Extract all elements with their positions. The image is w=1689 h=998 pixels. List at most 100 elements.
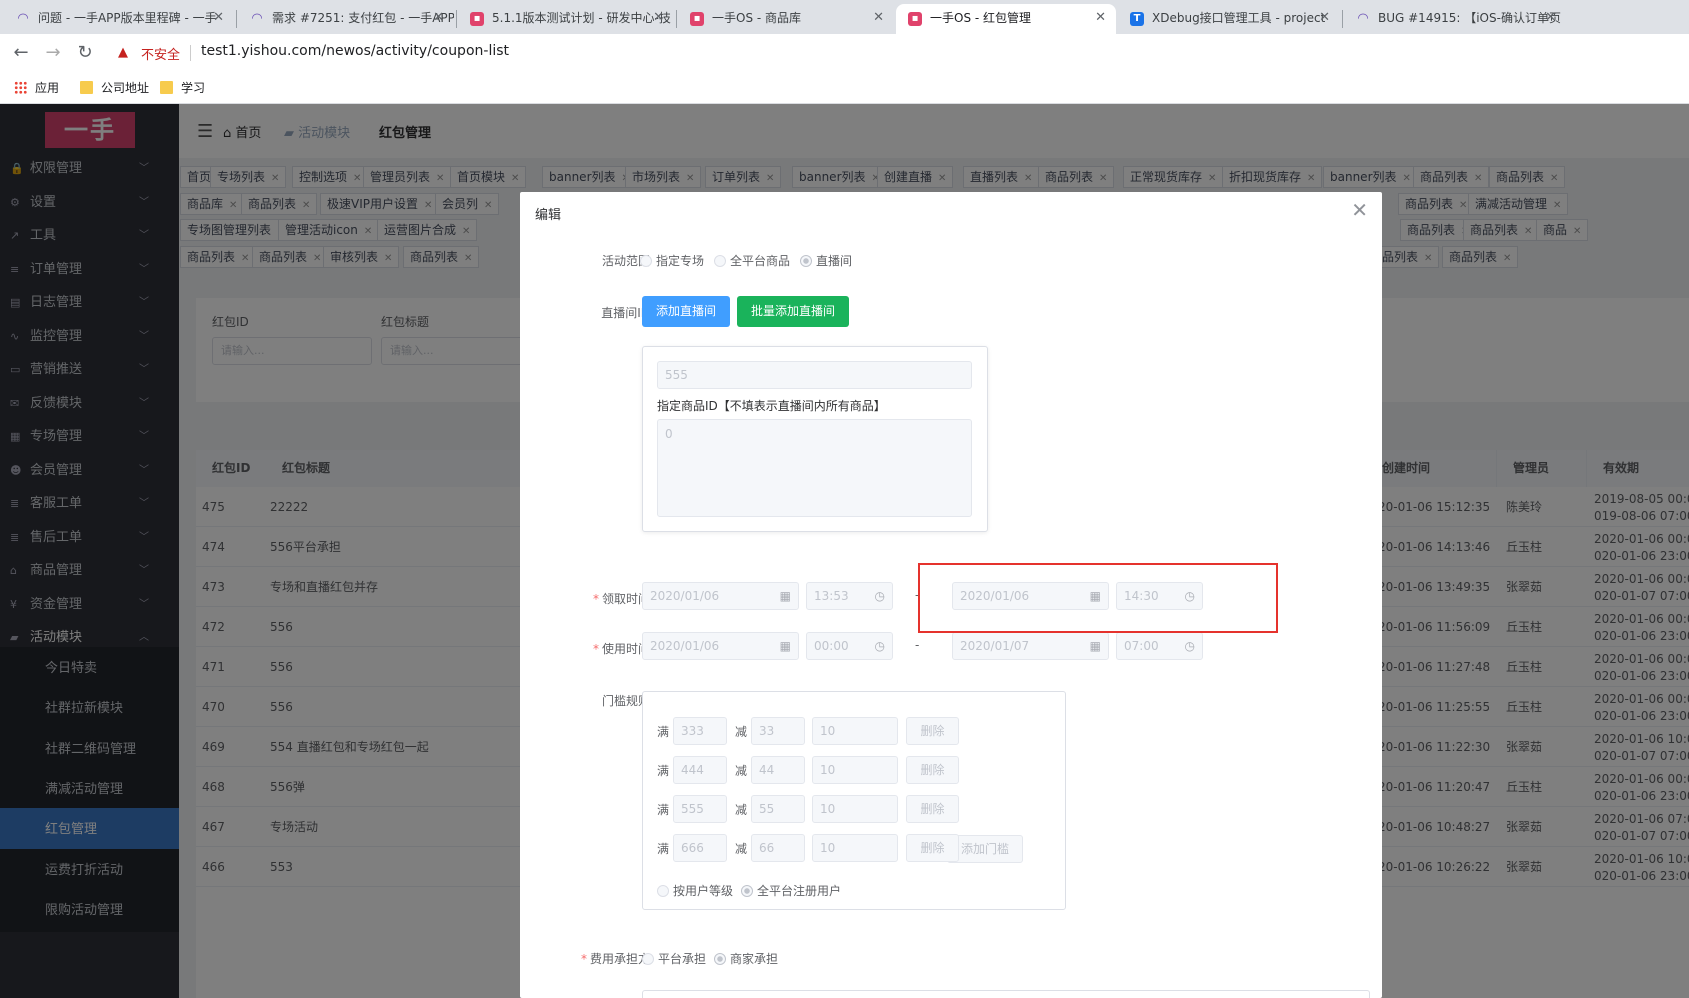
apps-grid-icon (14, 81, 27, 94)
minus-amount-input[interactable]: 44 (751, 756, 805, 784)
threshold-label: 门槛规则 (601, 694, 650, 708)
cost-platform-radio[interactable]: 平台承担 (642, 950, 706, 967)
radio-checked-icon (800, 255, 812, 267)
warning-icon: ▲ (118, 45, 128, 60)
quantity-input[interactable]: 10 (812, 717, 898, 745)
cost-merchant-radio[interactable]: 商家承担 (714, 950, 778, 967)
use-start-date[interactable]: 2020/01/06 ▦ (642, 632, 799, 660)
bookmarks-bar: 应用 公司地址 学习 (0, 72, 1689, 104)
calendar-icon: ▦ (1089, 639, 1101, 653)
bookmark-apps[interactable]: 应用 (14, 79, 59, 96)
reload-icon[interactable]: ↻ (74, 42, 96, 63)
scope-radio-live[interactable]: 直播间 (800, 252, 852, 269)
highlight-box (918, 563, 1278, 633)
close-icon[interactable]: ✕ (1095, 4, 1106, 32)
tab-separator (456, 10, 457, 28)
full-amount-input[interactable]: 333 (673, 717, 727, 745)
bookmark-folder[interactable]: 公司地址 (80, 79, 149, 96)
batch-add-room-button[interactable]: 批量添加直播间 (737, 296, 850, 327)
browser-tab[interactable]: T XDebug接口管理工具 - project ✕ (1118, 4, 1340, 34)
tab-separator (1342, 10, 1343, 28)
browser-toolbar: ← → ↻ ▲ 不安全 test1.yishou.com/newos/activ… (0, 34, 1689, 72)
dialog-title: 编辑 (535, 208, 562, 223)
browser-tab[interactable]: ▪ 一手OS - 商品库 ✕ (678, 4, 894, 34)
browser-tab-strip: ◠ 问题 - 一手APP版本里程碑 - 一手 ✕ ◠ 需求 #7251: 支付红包 -… (0, 0, 1689, 34)
arc-icon: ◠ (251, 11, 263, 26)
full-label: 满 (657, 803, 670, 817)
url-separator (190, 45, 191, 61)
close-icon[interactable]: ✕ (1351, 198, 1368, 222)
folder-icon (160, 81, 173, 94)
calendar-icon: ▦ (779, 589, 791, 603)
room-id-label: 直播间ID (601, 306, 650, 320)
quantity-input[interactable]: 10 (812, 795, 898, 823)
back-arrow-icon[interactable]: ← (10, 42, 32, 63)
minus-amount-input[interactable]: 55 (751, 795, 805, 823)
use-start-time[interactable]: 00:00 ◷ (806, 632, 893, 660)
t-icon: T (1130, 12, 1144, 26)
browser-tab[interactable]: ◠ 需求 #7251: 支付红包 - 一手APP ✕ (238, 4, 454, 34)
radio-icon (657, 885, 669, 897)
browser-tab[interactable]: ▪ 5.1.1版本测试计划 - 研发中心-技 ✕ (458, 4, 674, 34)
full-label: 满 (657, 842, 670, 856)
tab-separator (676, 10, 677, 28)
use-time-label: * 使用时间 (592, 642, 650, 656)
add-room-button[interactable]: 添加直播间 (642, 296, 731, 327)
close-icon[interactable]: ✕ (873, 4, 884, 32)
close-icon[interactable]: ✕ (433, 4, 444, 32)
room-card: 555 指定商品ID【不填表示直播间内所有商品】 0 (642, 346, 988, 532)
goods-id-textarea[interactable]: 0 (657, 419, 972, 517)
full-amount-input[interactable]: 444 (673, 756, 727, 784)
forward-arrow-icon[interactable]: → (42, 42, 64, 63)
arc-icon: ◠ (17, 11, 29, 26)
range-separator: - (915, 638, 920, 652)
browser-tab[interactable]: ◠ 问题 - 一手APP版本里程碑 - 一手 ✕ (4, 4, 234, 34)
tab-separator (236, 10, 237, 28)
minus-label: 减 (735, 842, 748, 856)
address-bar[interactable]: test1.yishou.com/newos/activity/coupon-l… (201, 43, 509, 59)
radio-checked-icon (714, 953, 726, 965)
scope-radio-platform[interactable]: 全平台商品 (714, 252, 790, 269)
minus-amount-input[interactable]: 66 (751, 834, 805, 862)
receive-start-date[interactable]: 2020/01/06 ▦ (642, 582, 799, 610)
minus-amount-input[interactable]: 33 (751, 717, 805, 745)
scope-radio-special[interactable]: 指定专场 (640, 252, 704, 269)
close-icon[interactable]: ✕ (1319, 4, 1330, 32)
minus-label: 减 (735, 764, 748, 778)
minus-label: 减 (735, 803, 748, 817)
receive-start-time[interactable]: 13:53 ◷ (806, 582, 893, 610)
minus-label: 减 (735, 725, 748, 739)
delete-button[interactable]: 删除 (906, 795, 959, 823)
use-end-date[interactable]: 2020/01/07 ▦ (952, 632, 1109, 660)
full-amount-input[interactable]: 555 (673, 795, 727, 823)
all-users-radio[interactable]: 全平台注册用户 (741, 882, 841, 899)
use-end-time[interactable]: 07:00 ◷ (1116, 632, 1203, 660)
browser-tab[interactable]: ◠ BUG #14915: 【iOS-确认订单页 ✕ (1344, 4, 1566, 34)
os-icon: ▪ (690, 12, 704, 26)
close-icon[interactable]: ✕ (653, 4, 664, 32)
scope-label: 活动范围 (601, 254, 650, 268)
user-level-radio[interactable]: 按用户等级 (657, 882, 733, 899)
bookmark-folder[interactable]: 学习 (160, 79, 205, 96)
clock-icon: ◷ (874, 639, 885, 653)
quantity-input[interactable]: 10 (812, 834, 898, 862)
room-id-input[interactable]: 555 (657, 361, 972, 389)
radio-icon (714, 255, 726, 267)
clock-icon: ◷ (874, 589, 885, 603)
full-amount-input[interactable]: 666 (673, 834, 727, 862)
radio-icon (640, 255, 652, 267)
cost-bearer-label: * 费用承担方 (580, 952, 650, 966)
folder-icon (80, 81, 93, 94)
delete-button[interactable]: 删除 (906, 834, 959, 862)
browser-tab-active[interactable]: ▪ 一手OS - 红包管理 ✕ (896, 4, 1116, 34)
quantity-input[interactable]: 10 (812, 756, 898, 784)
close-icon[interactable]: ✕ (213, 4, 224, 32)
os-icon: ▪ (908, 12, 922, 26)
next-section-card (642, 990, 1370, 998)
delete-button[interactable]: 删除 (906, 756, 959, 784)
insecure-label[interactable]: 不安全 (141, 44, 180, 63)
close-icon[interactable]: ✕ (1545, 4, 1556, 32)
clock-icon: ◷ (1184, 639, 1195, 653)
delete-button[interactable]: 删除 (906, 717, 959, 745)
calendar-icon: ▦ (779, 639, 791, 653)
